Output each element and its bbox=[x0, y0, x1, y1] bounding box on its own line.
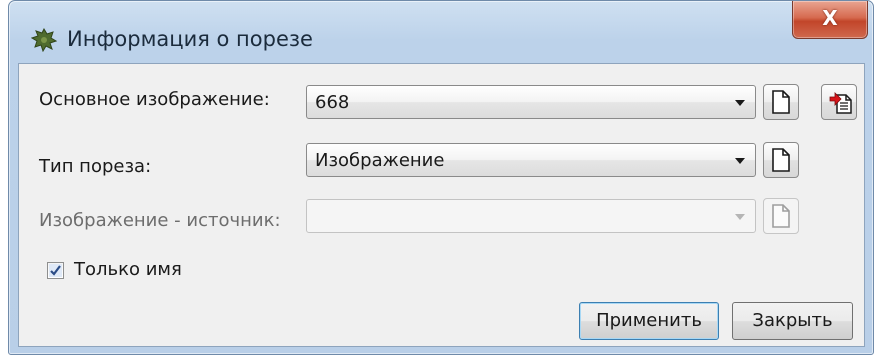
window-title: Информация о порезе bbox=[67, 27, 313, 51]
title-bar[interactable]: Информация о порезе X bbox=[9, 1, 873, 63]
main-image-value: 668 bbox=[315, 92, 350, 113]
name-only-checkbox[interactable] bbox=[47, 262, 64, 279]
chevron-down-icon bbox=[735, 158, 745, 164]
blank-document-icon bbox=[772, 148, 790, 172]
main-image-label: Основное изображение: bbox=[39, 89, 270, 110]
chevron-down-icon bbox=[735, 214, 745, 220]
name-only-label[interactable]: Только имя bbox=[74, 259, 182, 280]
main-image-select[interactable]: 668 bbox=[306, 85, 756, 119]
checkmark-icon bbox=[49, 264, 62, 277]
cut-type-label: Тип пореза: bbox=[39, 156, 152, 177]
close-window-button[interactable]: X bbox=[792, 1, 868, 39]
app-icon bbox=[31, 28, 57, 52]
blank-document-icon bbox=[772, 90, 790, 114]
blank-document-icon bbox=[772, 204, 790, 228]
paste-main-image-button[interactable] bbox=[821, 84, 857, 120]
close-icon: X bbox=[822, 6, 838, 30]
cut-type-select[interactable]: Изображение bbox=[306, 143, 756, 177]
new-cut-type-button[interactable] bbox=[763, 142, 799, 178]
paste-red-arrow-document-icon bbox=[829, 92, 852, 114]
chevron-down-icon bbox=[735, 100, 745, 106]
close-button[interactable]: Закрыть bbox=[732, 302, 853, 340]
dialog-window: Информация о порезе X Основное изображен… bbox=[8, 0, 874, 355]
new-main-image-button[interactable] bbox=[763, 84, 799, 120]
new-source-image-button[interactable] bbox=[763, 198, 799, 234]
cut-type-value: Изображение bbox=[315, 150, 445, 171]
source-image-label: Изображение - источник: bbox=[39, 210, 281, 231]
apply-button[interactable]: Применить bbox=[579, 302, 719, 340]
dialog-content: Основное изображение: 668 Тип пореза: Из… bbox=[18, 63, 865, 347]
source-image-select[interactable] bbox=[306, 199, 756, 233]
